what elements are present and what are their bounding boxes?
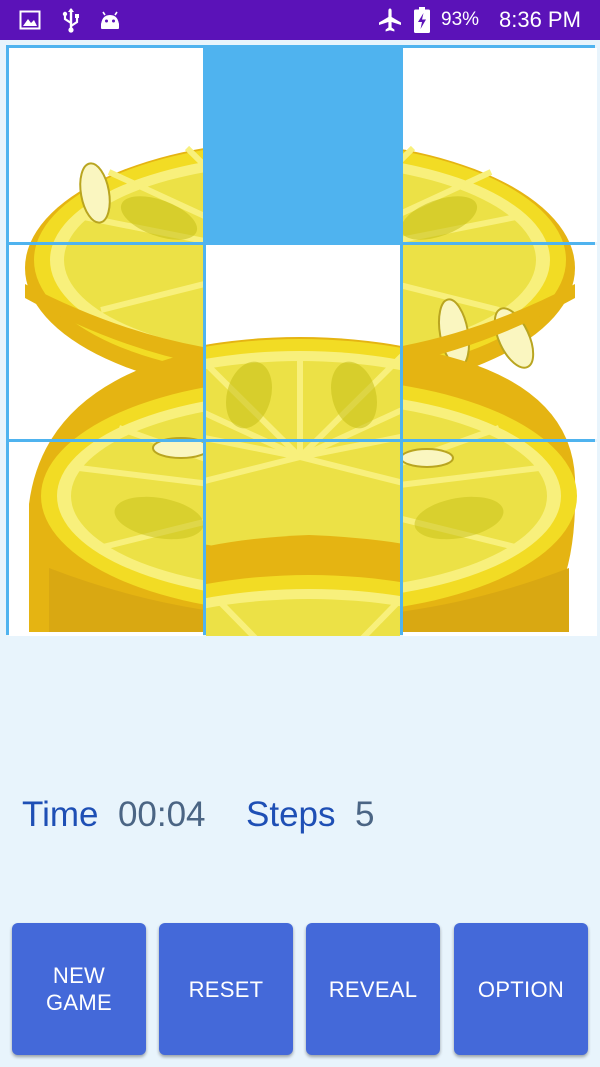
reveal-label: REVEAL (328, 976, 418, 1002)
lemon-image-fragment (9, 245, 203, 439)
steps-display: Steps 5 (246, 790, 374, 840)
option-button[interactable]: OPTION (454, 923, 588, 1055)
time-label: Time (22, 795, 99, 834)
steps-value: 5 (354, 795, 375, 834)
lemon-image-fragment (403, 48, 597, 242)
android-debug-icon (98, 0, 122, 40)
puzzle-tile[interactable] (9, 48, 203, 242)
puzzle-tile[interactable] (206, 245, 400, 439)
lemon-image-fragment (9, 48, 203, 242)
battery-percentage: 93% (441, 9, 480, 30)
puzzle-tile[interactable] (206, 442, 400, 636)
lemon-image-fragment (9, 442, 203, 636)
puzzle-tile[interactable] (403, 442, 597, 636)
battery-charging-icon (412, 0, 432, 40)
clock: 8:36 PM (499, 7, 581, 32)
reset-button[interactable]: RESET (159, 923, 293, 1055)
usb-icon (60, 0, 82, 40)
status-bar: 93% 8:36 PM (0, 0, 600, 40)
time-value: 00:04 (117, 795, 206, 834)
lemon-image-fragment (206, 245, 400, 439)
lemon-image-fragment (403, 245, 597, 439)
puzzle-tiles (9, 48, 597, 636)
puzzle-tile[interactable] (9, 442, 203, 636)
option-label: OPTION (477, 976, 565, 1002)
puzzle-tile[interactable] (9, 245, 203, 439)
new-game-label-line2: GAME (46, 990, 112, 1015)
puzzle-tile[interactable] (403, 48, 597, 242)
new-game-label-line1: NEW (52, 963, 106, 988)
reveal-button[interactable]: REVEAL (306, 923, 440, 1055)
new-game-button[interactable]: NEW GAME (12, 923, 146, 1055)
time-display: Time 00:04 (22, 790, 206, 840)
reset-label: RESET (188, 976, 264, 1002)
lemon-image-fragment (403, 442, 597, 636)
lemon-image-fragment (206, 442, 400, 636)
airplane-mode-icon (376, 0, 404, 40)
puzzle-tile[interactable] (403, 245, 597, 439)
steps-label: Steps (246, 795, 336, 834)
puzzle-empty-slot (206, 48, 400, 242)
gallery-icon (18, 0, 42, 40)
puzzle-board (6, 45, 597, 636)
